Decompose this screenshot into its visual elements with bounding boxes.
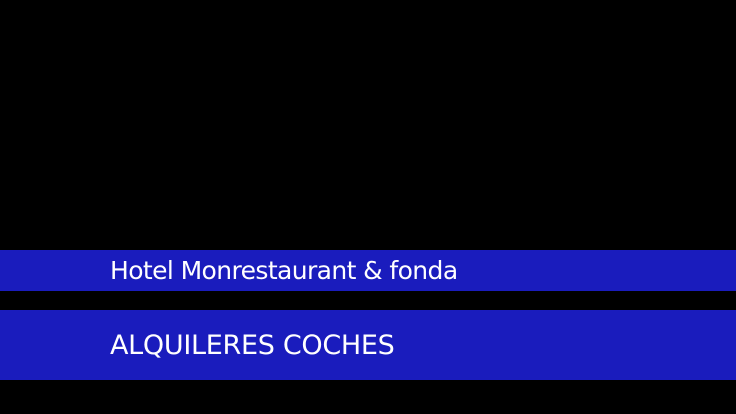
business-name-banner: Hotel Monrestaurant & fonda [0, 250, 736, 291]
business-name-text: Hotel Monrestaurant & fonda [110, 256, 458, 285]
category-text: ALQUILERES COCHES [110, 329, 395, 361]
category-banner: ALQUILERES COCHES [0, 310, 736, 380]
